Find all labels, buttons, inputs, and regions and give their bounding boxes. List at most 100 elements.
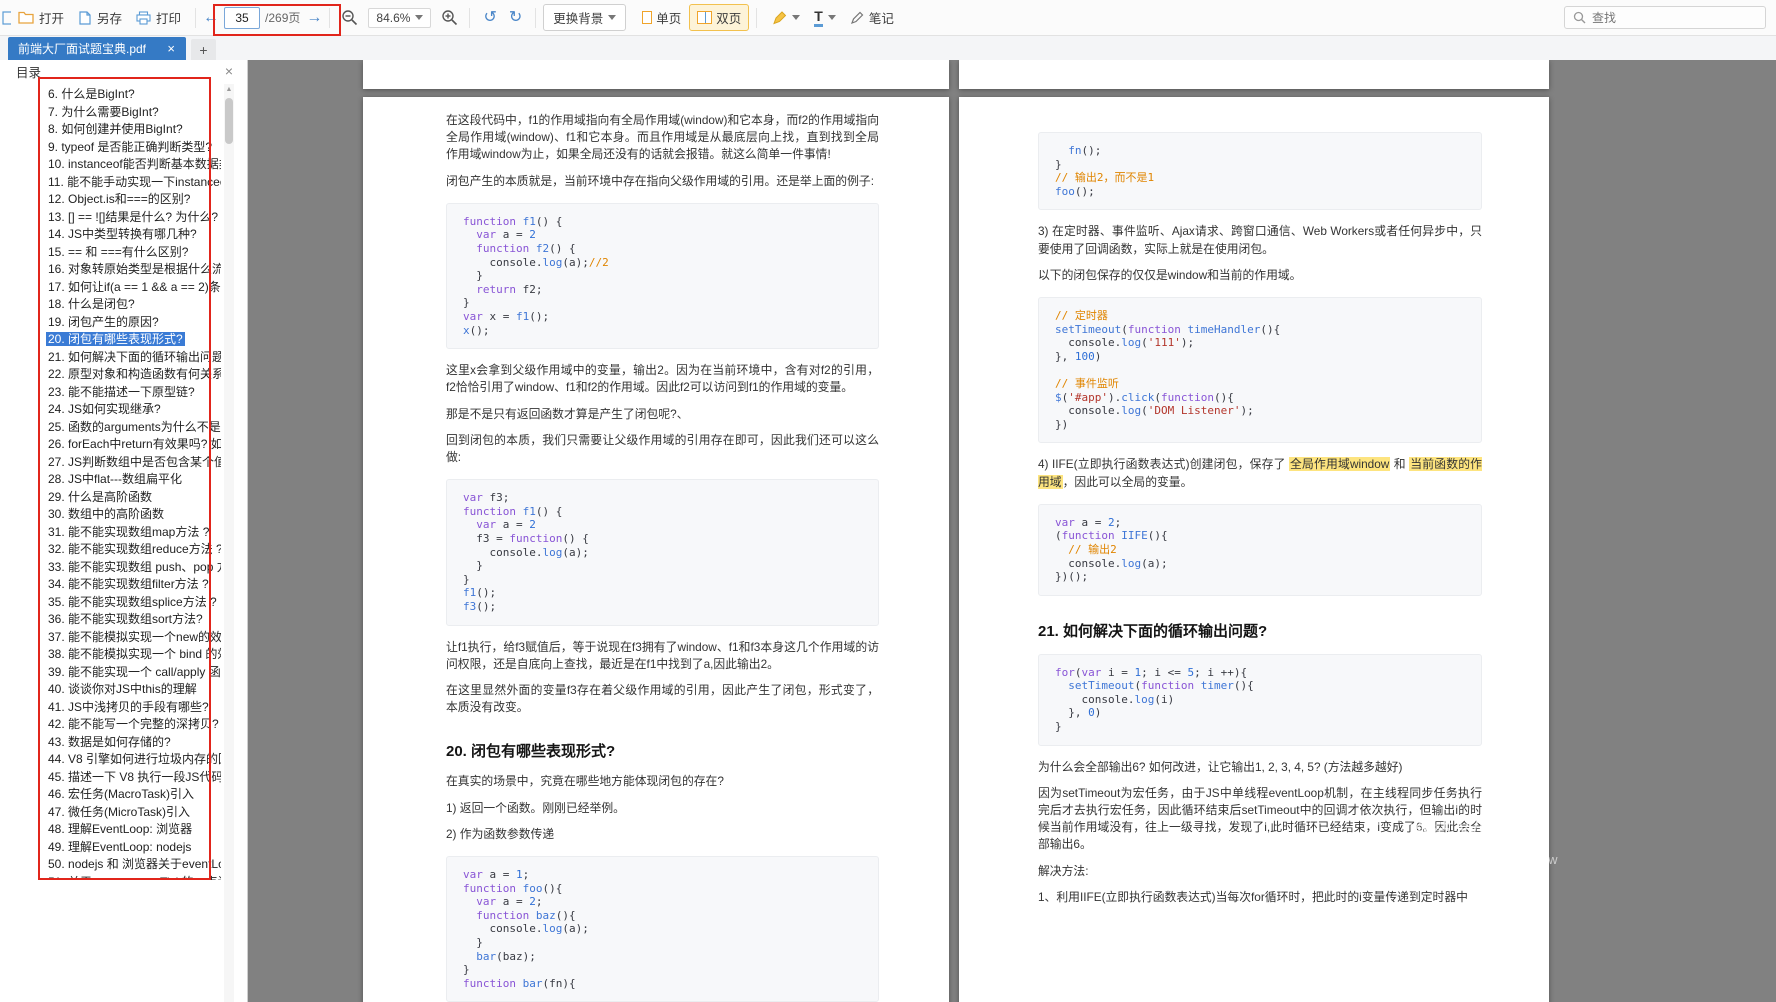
toc-item[interactable]: 10. instanceof能否判断基本数据类型?	[46, 156, 221, 174]
toc-item-label: 20. 闭包有哪些表现形式?	[46, 332, 185, 346]
highlighter-tool-dropdown[interactable]	[764, 6, 807, 30]
toc-item[interactable]: 21. 如何解决下面的循环输出问题?	[46, 349, 221, 367]
text-tool-dropdown[interactable]: T	[807, 5, 843, 31]
code-block: function f1() { var a = 2 function f2() …	[446, 202, 879, 350]
tab-close-icon[interactable]: ×	[164, 41, 178, 56]
toc-item[interactable]: 24. JS如何实现继承?	[46, 401, 221, 419]
toc-item[interactable]: 45. 描述一下 V8 执行一段JS代码的过程?	[46, 769, 221, 787]
toc-item[interactable]: 49. 理解EventLoop: nodejs	[46, 839, 221, 857]
printer-icon	[136, 10, 151, 25]
toc-item[interactable]: 36. 能不能实现数组sort方法?	[46, 611, 221, 629]
toc-item[interactable]: 46. 宏任务(MacroTask)引入	[46, 786, 221, 804]
folder-open-icon	[18, 11, 34, 24]
toc-item[interactable]: 6. 什么是BigInt?	[46, 86, 221, 104]
toc-item[interactable]: 32. 能不能实现数组reduce方法 ?	[46, 541, 221, 559]
toc-item-label: 12. Object.is和===的区别?	[48, 192, 191, 206]
note-button[interactable]: 笔记	[843, 4, 901, 31]
toc-item-label: 30. 数组中的高阶函数	[48, 507, 165, 521]
document-tab[interactable]: 前端大厂面试题宝典.pdf ×	[8, 37, 186, 60]
toc-item[interactable]: 43. 数据是如何存储的?	[46, 734, 221, 752]
paragraph: 在真实的场景中，究竟在哪些地方能体现闭包的存在?	[446, 774, 724, 789]
toc-item[interactable]: 51. 关于process.nextTick的一点说明	[46, 874, 221, 881]
windows-activation-watermark: 激活 Windows 转到“设置”以激活 Window	[1408, 810, 1558, 868]
toc-item[interactable]: 11. 能不能手动实现一下instanceof的功能?	[46, 174, 221, 192]
toc-item[interactable]: 50. nodejs 和 浏览器关于eventLoop的主要区别	[46, 856, 221, 874]
document-viewport[interactable]: 在这段代码中，f1的作用域指向有全局作用域(window)和它本身，而f2的作用…	[248, 60, 1776, 1002]
open-button[interactable]: 打开	[11, 4, 71, 31]
new-tab-button[interactable]: +	[191, 39, 216, 60]
toc-item[interactable]: 33. 能不能实现数组 push、pop 方法?	[46, 559, 221, 577]
single-page-view-button[interactable]: 单页	[634, 4, 689, 31]
toc-item[interactable]: 14. JS中类型转换有哪几种?	[46, 226, 221, 244]
search-box[interactable]	[1564, 6, 1766, 29]
toc-item[interactable]: 27. JS判断数组中是否包含某个值	[46, 454, 221, 472]
toc-item[interactable]: 28. JS中flat---数组扁平化	[46, 471, 221, 489]
toc-item-label: 34. 能不能实现数组filter方法 ?	[48, 577, 209, 591]
toc-item[interactable]: 31. 能不能实现数组map方法 ?	[46, 524, 221, 542]
toc-item-label: 16. 对象转原始类型是根据什么流程运行的?	[48, 262, 221, 276]
toc-item[interactable]: 30. 数组中的高阶函数	[46, 506, 221, 524]
toc-item[interactable]: 13. [] == ![]结果是什么? 为什么?	[46, 209, 221, 227]
toc-item[interactable]: 42. 能不能写一个完整的深拷贝?	[46, 716, 221, 734]
toc-item-label: 33. 能不能实现数组 push、pop 方法?	[48, 559, 221, 574]
undo-icon[interactable]: ↺	[477, 9, 502, 26]
print-button[interactable]: 打印	[129, 4, 188, 31]
toc-item[interactable]: 16. 对象转原始类型是根据什么流程运行的?	[46, 261, 221, 279]
toc-item-label: 10. instanceof能否判断基本数据类型?	[48, 157, 221, 171]
zoom-level-dropdown[interactable]: 84.6%	[368, 7, 432, 28]
watermark-line1: 激活 Windows	[1408, 815, 1548, 840]
toc-item[interactable]: 9. typeof 是否能正确判断类型?	[46, 139, 221, 157]
toc-item[interactable]: 15. == 和 ===有什么区别?	[46, 244, 221, 262]
toc-item[interactable]: 20. 闭包有哪些表现形式?	[46, 331, 221, 349]
toc-item[interactable]: 37. 能不能模拟实现一个new的效果?	[46, 629, 221, 647]
toc-item[interactable]: 18. 什么是闭包?	[46, 296, 221, 314]
toc-scrollbar[interactable]: ▲	[224, 84, 234, 1002]
scrollbar-thumb[interactable]	[225, 98, 233, 144]
toc-close-icon[interactable]: ×	[225, 64, 233, 78]
toc-item[interactable]: 22. 原型对象和构造函数有何关系?	[46, 366, 221, 384]
toc-item[interactable]: 7. 为什么需要BigInt?	[46, 104, 221, 122]
toc-item-label: 42. 能不能写一个完整的深拷贝?	[48, 717, 219, 731]
paragraph: 那是不是只有返回函数才算是产生了闭包呢?、	[446, 406, 689, 421]
toc-item[interactable]: 25. 函数的arguments为什么不是数组? 如何转化成数组?	[46, 419, 221, 437]
toc-item[interactable]: 35. 能不能实现数组splice方法 ?	[46, 594, 221, 612]
toc-item[interactable]: 41. JS中浅拷贝的手段有哪些?	[46, 699, 221, 717]
toc-item[interactable]: 17. 如何让if(a == 1 && a == 2)条件成立?	[46, 279, 221, 297]
section-heading: 21. 如何解决下面的循环输出问题?	[1038, 622, 1268, 640]
clipped-app-icon	[2, 10, 11, 25]
toc-item[interactable]: 29. 什么是高阶函数	[46, 489, 221, 507]
page-number-input[interactable]	[224, 6, 261, 29]
paragraph: 以下的闭包保存的仅仅是window和当前的作用域。	[1038, 267, 1302, 282]
toc-item[interactable]: 39. 能不能实现一个 call/apply 函数?	[46, 664, 221, 682]
toc-item[interactable]: 40. 谈谈你对JS中this的理解	[46, 681, 221, 699]
change-background-dropdown[interactable]: 更换背景	[543, 4, 627, 31]
toc-item-label: 26. forEach中return有效果吗? 如何中断forEach循环?	[48, 437, 221, 451]
search-input[interactable]	[1592, 10, 1752, 25]
redo-icon[interactable]: ↻	[503, 9, 528, 26]
toc-item[interactable]: 44. V8 引擎如何进行垃圾内存的回收?	[46, 751, 221, 769]
save-as-button[interactable]: 另存	[71, 4, 129, 31]
zoom-in-icon[interactable]	[437, 9, 462, 26]
toc-item[interactable]: 23. 能不能描述一下原型链?	[46, 384, 221, 402]
page-back-arrow-icon[interactable]: ←	[203, 9, 219, 26]
toc-item-label: 46. 宏任务(MacroTask)引入	[48, 787, 195, 801]
toc-item[interactable]: 38. 能不能模拟实现一个 bind 的效果?	[46, 646, 221, 664]
toc-item[interactable]: 48. 理解EventLoop: 浏览器	[46, 821, 221, 839]
toc-item[interactable]: 34. 能不能实现数组filter方法 ?	[46, 576, 221, 594]
paragraph: 这里x会拿到父级作用域中的变量，输出2。因为在当前环境中，含有对f2的引用，f2…	[446, 363, 879, 395]
toc-item-label: 7. 为什么需要BigInt?	[48, 104, 159, 119]
toc-item-label: 28. JS中flat---数组扁平化	[48, 472, 183, 486]
double-page-icon	[697, 11, 713, 24]
toc-item[interactable]: 26. forEach中return有效果吗? 如何中断forEach循环?	[46, 436, 221, 454]
page-forward-arrow-icon[interactable]: →	[306, 9, 322, 26]
toc-title: 目录	[16, 65, 42, 80]
toc-item-label: 45. 描述一下 V8 执行一段JS代码的过程?	[48, 769, 221, 784]
zoom-out-icon[interactable]	[337, 9, 362, 26]
toc-item[interactable]: 8. 如何创建并使用BigInt?	[46, 121, 221, 139]
scrollbar-up-icon[interactable]: ▲	[224, 84, 234, 96]
double-page-view-button[interactable]: 双页	[689, 4, 750, 31]
watermark-line2: 转到“设置”以激活 Window	[1408, 852, 1558, 867]
toc-item[interactable]: 47. 微任务(MicroTask)引入	[46, 804, 221, 822]
toc-item[interactable]: 19. 闭包产生的原因?	[46, 314, 221, 332]
toc-item[interactable]: 12. Object.is和===的区别?	[46, 191, 221, 209]
